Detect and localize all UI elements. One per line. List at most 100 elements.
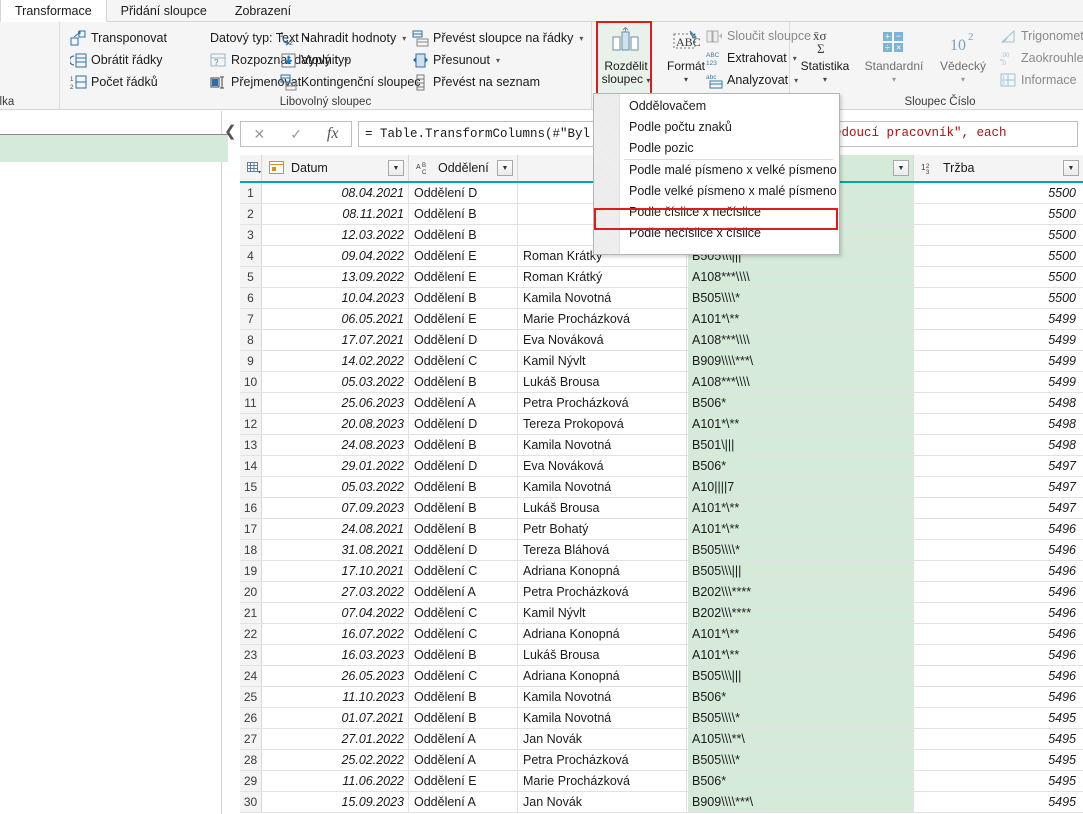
- cell-jmeno[interactable]: Adriana Konopná: [519, 561, 687, 581]
- table-row[interactable]: 16 07.09.2023 Oddělení B Lukáš Brousa A101*\…: [240, 498, 1083, 519]
- vedecky-button[interactable]: 10 2 Vědecký ▾: [932, 23, 994, 86]
- cell-oddeleni[interactable]: Oddělení C: [410, 624, 518, 644]
- menu-item-podle-cislice-x-necislice[interactable]: Podle číslice x nečíslice: [621, 202, 839, 223]
- cell-trzba[interactable]: 5499: [915, 309, 1082, 329]
- cell-trzba[interactable]: 5495: [915, 729, 1082, 749]
- cell-jmeno[interactable]: Kamila Novotná: [519, 687, 687, 707]
- cell-kod[interactable]: B506*: [688, 771, 914, 791]
- row-number[interactable]: 27: [240, 729, 262, 749]
- menu-item-podle-pozic[interactable]: Podle pozic: [621, 138, 839, 159]
- cell-jmeno[interactable]: Tereza Bláhová: [519, 540, 687, 560]
- cell-oddeleni[interactable]: Oddělení B: [410, 372, 518, 392]
- select-all-columns-button[interactable]: [240, 155, 262, 181]
- cmd-pocet-radku[interactable]: 12 Počet řádků: [66, 71, 162, 93]
- cell-oddeleni[interactable]: Oddělení E: [410, 309, 518, 329]
- cell-trzba[interactable]: 5497: [915, 456, 1082, 476]
- cell-kod[interactable]: B505\\\\*: [688, 708, 914, 728]
- cell-oddeleni[interactable]: Oddělení B: [410, 708, 518, 728]
- cell-datum[interactable]: 15.09.2023: [263, 792, 409, 812]
- cmd-presunout[interactable]: Přesunout ▾: [408, 49, 504, 71]
- cmd-zaokrouhleni[interactable]: .00.0 Zaokrouhlení ▾: [996, 47, 1083, 69]
- cell-kod[interactable]: B505\\\|||: [688, 561, 914, 581]
- cell-trzba[interactable]: 5496: [915, 561, 1082, 581]
- cell-kod[interactable]: A101*\**: [688, 414, 914, 434]
- cell-trzba[interactable]: 5495: [915, 771, 1082, 791]
- cell-kod[interactable]: B505\\\|||: [688, 666, 914, 686]
- row-number[interactable]: 23: [240, 645, 262, 665]
- cell-oddeleni[interactable]: Oddělení D: [410, 183, 518, 203]
- cmd-nahradit-hodnoty[interactable]: 12 Nahradit hodnoty ▾: [276, 27, 410, 49]
- cell-datum[interactable]: 24.08.2023: [263, 435, 409, 455]
- cell-jmeno[interactable]: Kamil Nývlt: [519, 603, 687, 623]
- cell-datum[interactable]: 09.04.2022: [263, 246, 409, 266]
- cell-datum[interactable]: 07.09.2023: [263, 498, 409, 518]
- filter-dropdown-datum[interactable]: ▼: [388, 160, 404, 176]
- cmd-transponovat[interactable]: Transponovat: [66, 27, 171, 49]
- table-row[interactable]: 8 17.07.2021 Oddělení D Eva Nováková A108***…: [240, 330, 1083, 351]
- row-number[interactable]: 12: [240, 414, 262, 434]
- row-number[interactable]: 17: [240, 519, 262, 539]
- filter-dropdown-trzba[interactable]: ▼: [1063, 160, 1079, 176]
- cell-oddeleni[interactable]: Oddělení B: [410, 225, 518, 245]
- cell-oddeleni[interactable]: Oddělení B: [410, 204, 518, 224]
- cell-jmeno[interactable]: Jan Novák: [519, 729, 687, 749]
- menu-item-podle-male-x-velke[interactable]: Podle malé písmeno x velké písmeno: [621, 160, 839, 181]
- cell-oddeleni[interactable]: Oddělení B: [410, 477, 518, 497]
- standardni-button[interactable]: + − ÷ × Standardní ▾: [856, 23, 932, 86]
- cell-datum[interactable]: 10.04.2023: [263, 288, 409, 308]
- row-number[interactable]: 10: [240, 372, 262, 392]
- cell-oddeleni[interactable]: Oddělení A: [410, 729, 518, 749]
- rozdelit-sloupec-button[interactable]: Rozdělit sloupec ▾: [595, 23, 657, 87]
- cell-trzba[interactable]: 5500: [915, 246, 1082, 266]
- cell-trzba[interactable]: 5499: [915, 372, 1082, 392]
- cell-jmeno[interactable]: Petra Procházková: [519, 393, 687, 413]
- row-number[interactable]: 20: [240, 582, 262, 602]
- cell-datum[interactable]: 07.04.2022: [263, 603, 409, 623]
- cell-datum[interactable]: 24.08.2021: [263, 519, 409, 539]
- cell-oddeleni[interactable]: Oddělení A: [410, 582, 518, 602]
- row-number[interactable]: 14: [240, 456, 262, 476]
- cell-kod[interactable]: B909\\\\***\: [688, 351, 914, 371]
- cell-jmeno[interactable]: Eva Nováková: [519, 330, 687, 350]
- cell-trzba[interactable]: 5497: [915, 498, 1082, 518]
- cell-kod[interactable]: A101*\**: [688, 498, 914, 518]
- close-icon[interactable]: ✕: [253, 126, 265, 143]
- row-number[interactable]: 18: [240, 540, 262, 560]
- cell-jmeno[interactable]: Roman Krátký: [519, 267, 687, 287]
- cell-datum[interactable]: 05.03.2022: [263, 372, 409, 392]
- cell-trzba[interactable]: 5500: [915, 225, 1082, 245]
- cell-datum[interactable]: 27.03.2022: [263, 582, 409, 602]
- cell-jmeno[interactable]: Kamila Novotná: [519, 708, 687, 728]
- cell-jmeno[interactable]: Lukáš Brousa: [519, 372, 687, 392]
- cell-jmeno[interactable]: Lukáš Brousa: [519, 645, 687, 665]
- cell-kod[interactable]: B202\\\****: [688, 603, 914, 623]
- row-number[interactable]: 11: [240, 393, 262, 413]
- table-row[interactable]: 9 14.02.2022 Oddělení C Kamil Nývlt B909\\\\…: [240, 351, 1083, 372]
- cell-trzba[interactable]: 5496: [915, 645, 1082, 665]
- cell-jmeno[interactable]: Kamil Nývlt: [519, 351, 687, 371]
- table-row[interactable]: 17 24.08.2021 Oddělení B Petr Bohatý A101*\*…: [240, 519, 1083, 540]
- cell-datum[interactable]: 05.03.2022: [263, 477, 409, 497]
- cell-oddeleni[interactable]: Oddělení A: [410, 393, 518, 413]
- cell-jmeno[interactable]: Marie Procházková: [519, 771, 687, 791]
- cell-datum[interactable]: 17.07.2021: [263, 330, 409, 350]
- cell-kod[interactable]: B506*: [688, 393, 914, 413]
- filter-dropdown-oddeleni[interactable]: ▼: [497, 160, 513, 176]
- cell-oddeleni[interactable]: Oddělení C: [410, 351, 518, 371]
- cell-jmeno[interactable]: Petr Bohatý: [519, 519, 687, 539]
- table-row[interactable]: 11 25.06.2023 Oddělení A Petra Procházková B…: [240, 393, 1083, 414]
- cell-kod[interactable]: A101*\**: [688, 624, 914, 644]
- cell-datum[interactable]: 27.01.2022: [263, 729, 409, 749]
- cell-oddeleni[interactable]: Oddělení D: [410, 414, 518, 434]
- cell-oddeleni[interactable]: Oddělení D: [410, 456, 518, 476]
- cell-trzba[interactable]: 5500: [915, 183, 1082, 203]
- cell-kod[interactable]: A101*\**: [688, 519, 914, 539]
- table-row[interactable]: 29 11.06.2022 Oddělení E Marie Procházková B…: [240, 771, 1083, 792]
- table-row[interactable]: 28 25.02.2022 Oddělení A Petra Procházková B…: [240, 750, 1083, 771]
- row-number[interactable]: 7: [240, 309, 262, 329]
- row-number[interactable]: 9: [240, 351, 262, 371]
- cell-datum[interactable]: 14.02.2022: [263, 351, 409, 371]
- cell-trzba[interactable]: 5500: [915, 288, 1082, 308]
- cell-datum[interactable]: 16.03.2023: [263, 645, 409, 665]
- cell-kod[interactable]: A108***\\\\: [688, 372, 914, 392]
